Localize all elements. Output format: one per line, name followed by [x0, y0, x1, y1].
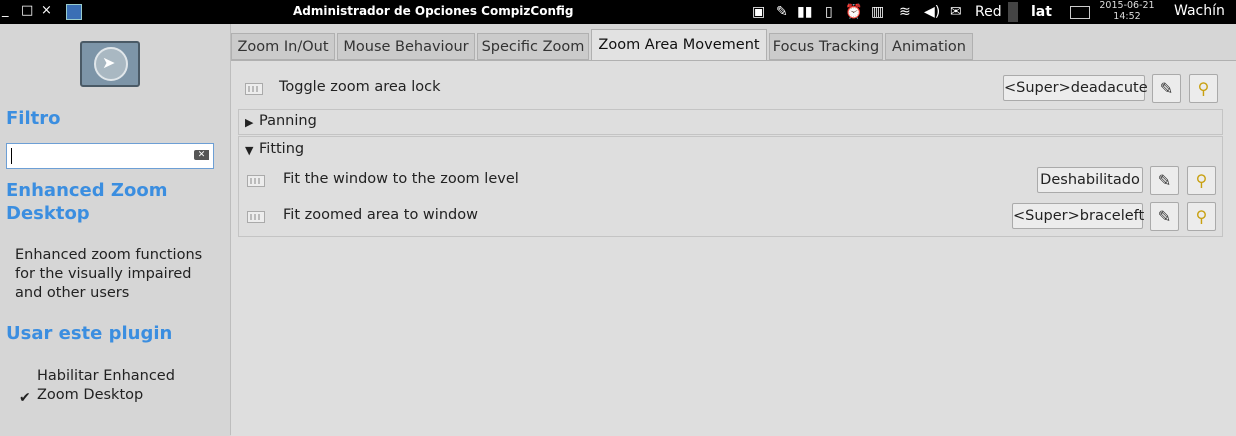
volume-icon[interactable]: ◀) [924, 3, 940, 21]
edit-icon[interactable]: ✎ [1150, 202, 1179, 231]
mail-icon[interactable]: ✉ [950, 3, 962, 21]
keyboard-icon [247, 175, 265, 187]
top-panel: _ □ × Administrador de Opciones CompizCo… [0, 0, 1236, 24]
keyboard-icon [245, 83, 263, 95]
text-caret [11, 148, 12, 164]
app-icon [66, 4, 82, 20]
tab-animation[interactable]: Animation [885, 33, 973, 60]
tab-focus-tracking[interactable]: Focus Tracking [769, 33, 883, 60]
maximize-button[interactable]: □ [21, 3, 33, 18]
enable-label[interactable]: Habilitar Enhanced Zoom Desktop [37, 367, 217, 405]
alarm-clock-icon[interactable]: ⏰ [845, 3, 862, 21]
use-plugin-heading: Usar este plugin [6, 323, 173, 344]
notes-icon[interactable]: ✎ [776, 3, 788, 21]
indicator-bar [1008, 2, 1018, 22]
tab-specific-zoom[interactable]: Specific Zoom [477, 33, 589, 60]
fit-area-label: Fit zoomed area to window [283, 207, 478, 223]
tab-bar: Zoom In/Out Mouse Behaviour Specific Zoo… [231, 29, 1236, 61]
tab-mouse-behaviour[interactable]: Mouse Behaviour [337, 33, 475, 60]
plugin-description: Enhanced zoom functions for the visually… [15, 247, 203, 301]
expand-icon: ▶ [245, 116, 254, 129]
toggle-lock-label: Toggle zoom area lock [279, 79, 441, 95]
fit-window-binding-button[interactable]: Deshabilitado [1037, 167, 1143, 193]
tab-zoom-area-movement[interactable]: Zoom Area Movement [591, 29, 767, 61]
cursor-arrow-icon: ➤ [102, 53, 116, 72]
tab-zoom-in-out[interactable]: Zoom In/Out [231, 33, 335, 60]
keyboard-icon [247, 211, 265, 223]
panning-label: Panning [259, 113, 317, 129]
fit-window-label: Fit the window to the zoom level [283, 171, 519, 187]
fit-area-binding-button[interactable]: <Super>braceleft [1012, 203, 1144, 229]
keyboard-layout[interactable]: lat [1031, 3, 1052, 21]
clock[interactable]: 2015-06-21 14:52 [1095, 0, 1159, 22]
compiz-logo-icon: ➤ [80, 41, 140, 87]
network-label[interactable]: Red [975, 3, 1002, 21]
edit-icon[interactable]: ✎ [1152, 74, 1181, 103]
enable-checkbox[interactable]: ✔ [19, 390, 31, 406]
window-title: Administrador de Opciones CompizConfig [293, 4, 574, 18]
wifi-icon[interactable]: ≋ [899, 3, 911, 21]
toggle-lock-binding-button[interactable]: <Super>deadacute [1003, 75, 1148, 101]
collapse-icon[interactable]: ▼ [245, 144, 253, 157]
minimize-button[interactable]: _ [2, 3, 9, 18]
battery-icon[interactable]: ▮▮ [797, 3, 812, 21]
clear-binding-icon[interactable]: ⚲ [1187, 166, 1216, 195]
clear-search-icon[interactable]: ✕ [194, 150, 209, 160]
fitting-section: ▼ Fitting Fit the window to the zoom lev… [238, 136, 1223, 237]
search-input[interactable]: ✕ [6, 143, 214, 169]
battery-secondary-icon[interactable]: ▯ [825, 3, 833, 21]
user-name[interactable]: Wachín [1174, 3, 1225, 19]
clock-time: 14:52 [1113, 11, 1141, 22]
close-button[interactable]: × [41, 3, 52, 18]
settings-panel: Toggle zoom area lock <Super>deadacute ✎… [231, 60, 1236, 436]
clock-date: 2015-06-21 [1099, 0, 1155, 11]
clipboard-icon[interactable]: ▣ [752, 3, 765, 21]
panning-section[interactable]: ▶ Panning [238, 109, 1223, 135]
book-icon[interactable]: ▥ [871, 3, 884, 21]
display-icon[interactable] [1070, 6, 1090, 19]
filter-heading: Filtro [6, 108, 61, 129]
clear-binding-icon[interactable]: ⚲ [1189, 74, 1218, 103]
plugin-title: Enhanced Zoom Desktop [6, 180, 168, 224]
fitting-label[interactable]: Fitting [259, 141, 304, 157]
clear-binding-icon[interactable]: ⚲ [1187, 202, 1216, 231]
sidebar: ➤ Filtro ✕ Enhanced Zoom Desktop Enhance… [0, 24, 231, 435]
edit-icon[interactable]: ✎ [1150, 166, 1179, 195]
